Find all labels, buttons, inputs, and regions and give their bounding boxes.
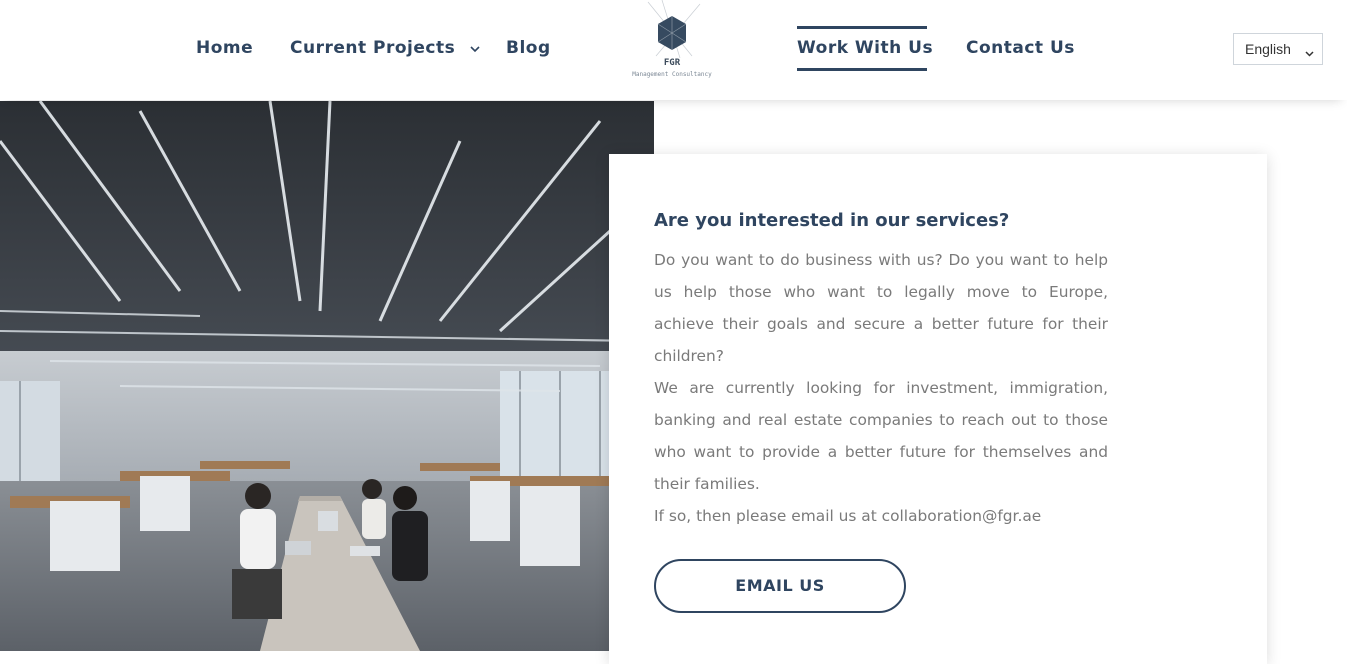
language-selected-value: English — [1245, 41, 1291, 57]
nav-work-with-us[interactable]: Work With Us — [797, 38, 933, 62]
services-heading: Are you interested in our services? — [654, 210, 1010, 231]
services-paragraph-3: If so, then please email us at collabora… — [654, 507, 1042, 525]
services-card: Are you interested in our services? Do y… — [609, 154, 1267, 664]
email-us-button[interactable]: EMAIL US — [654, 559, 906, 613]
nav-contact-us[interactable]: Contact Us — [966, 38, 1075, 62]
logo-cube-icon — [647, 0, 701, 59]
nav-blog[interactable]: Blog — [506, 38, 551, 62]
chevron-down-icon — [1305, 44, 1314, 60]
site-header: Home Current Projects Blog FGR Managemen… — [0, 0, 1347, 100]
nav-active-indicator-bottom — [797, 68, 927, 71]
language-select[interactable]: English — [1233, 33, 1323, 65]
chevron-down-icon — [470, 38, 480, 58]
nav-active-indicator-top — [797, 26, 927, 29]
hero-office-photo — [0, 101, 654, 651]
logo-tagline: Management Consultancy — [632, 71, 712, 78]
nav-home[interactable]: Home — [196, 38, 253, 62]
services-paragraph-1: Do you want to do business with us? Do y… — [654, 251, 1108, 365]
logo-name: FGR — [663, 58, 681, 68]
nav-current-projects-label: Current Projects — [290, 38, 456, 58]
services-paragraph-2: We are currently looking for investment,… — [654, 379, 1108, 493]
site-logo[interactable]: FGR Management Consultancy — [620, 0, 724, 88]
services-description: Do you want to do business with us? Do y… — [654, 244, 1108, 532]
nav-current-projects[interactable]: Current Projects — [290, 38, 480, 62]
